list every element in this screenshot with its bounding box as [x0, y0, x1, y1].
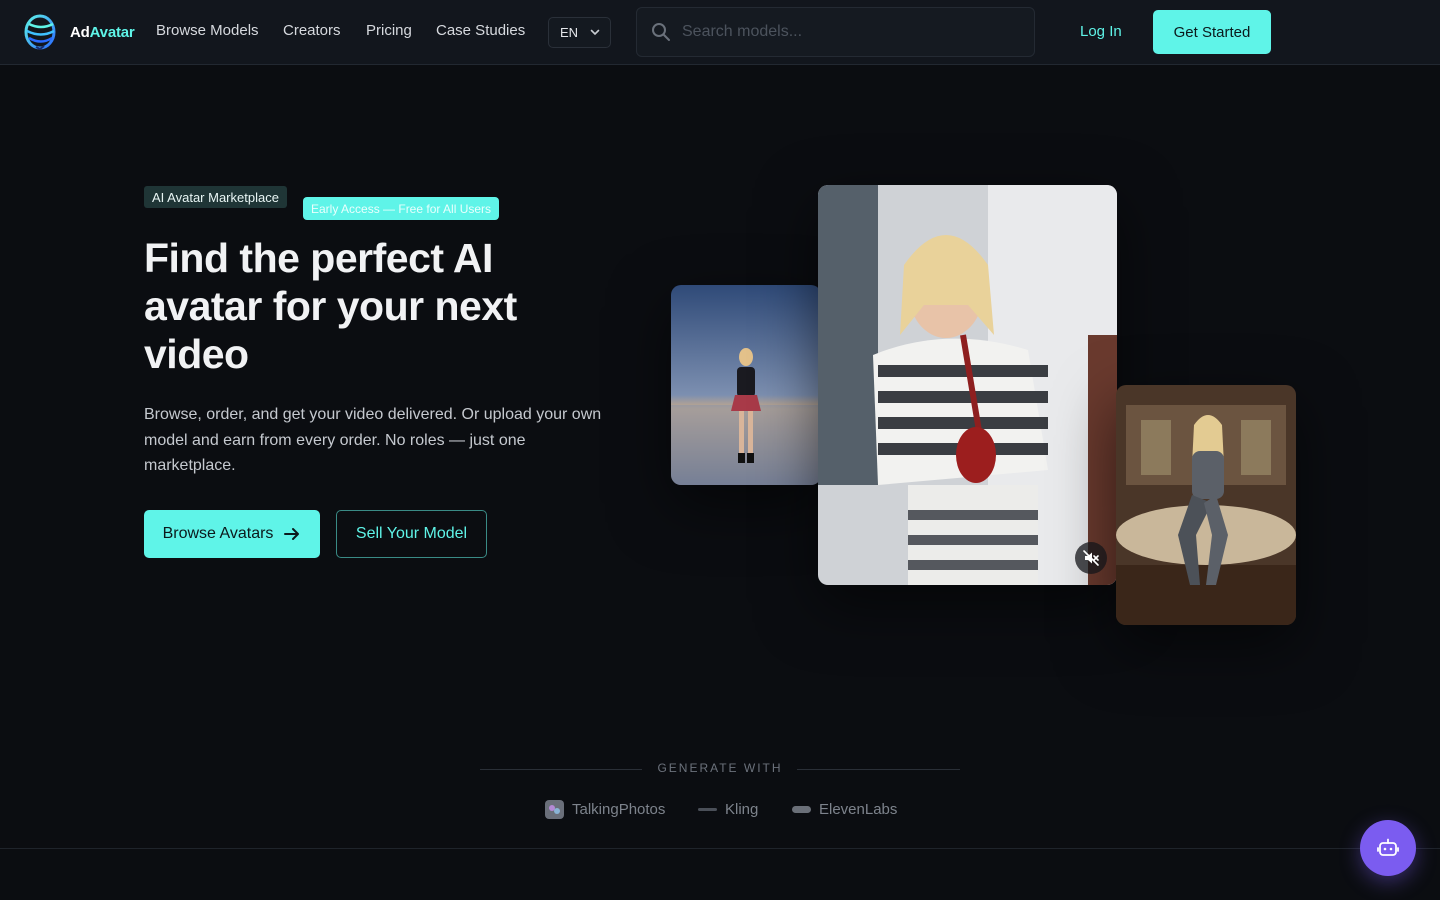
- early-access-badge: Early Access — Free for All Users: [303, 197, 500, 220]
- robot-chat-icon: [1377, 838, 1399, 856]
- partner-kling: Kling: [698, 800, 758, 819]
- partner-talkingphotos: TalkingPhotos: [545, 800, 665, 819]
- avatar-image: [1116, 385, 1296, 625]
- nav-link-browse-models[interactable]: Browse Models: [156, 22, 259, 39]
- search-box: [636, 7, 1035, 57]
- top-nav: AdAvatar Browse Models Creators Pricing …: [0, 0, 1440, 65]
- browse-avatars-button[interactable]: Browse Avatars: [144, 510, 320, 558]
- hero-description: Browse, order, and get your video delive…: [144, 406, 602, 474]
- divider-left: [480, 769, 642, 770]
- brand-logo-icon: [24, 14, 56, 50]
- mute-toggle-button[interactable]: [1075, 542, 1107, 574]
- avatar-preview-conference-room[interactable]: [1116, 385, 1296, 625]
- partner-name: ElevenLabs: [819, 801, 898, 818]
- get-started-button[interactable]: Get Started: [1153, 10, 1271, 54]
- section-divider: [0, 848, 1440, 849]
- avatar-preview-striped-outfit[interactable]: [818, 185, 1117, 585]
- divider-right: [797, 769, 960, 770]
- marketplace-badge: AI Avatar Marketplace: [144, 186, 287, 208]
- partner-name: Kling: [725, 801, 759, 818]
- search-icon: [652, 23, 670, 41]
- hero-title: Find the perfect AI avatar for your next…: [144, 235, 517, 377]
- language-selector[interactable]: EN: [548, 17, 611, 48]
- login-link[interactable]: Log In: [1080, 23, 1122, 40]
- avatar-preview-salt-flats[interactable]: [671, 285, 821, 485]
- avatar-video: [818, 185, 1117, 585]
- elevenlabs-logo-icon: [792, 806, 811, 813]
- language-value: EN: [560, 25, 579, 40]
- browse-avatars-label: Browse Avatars: [162, 525, 274, 542]
- nav-link-case-studies[interactable]: Case Studies: [436, 22, 525, 39]
- sell-your-model-button[interactable]: Sell Your Model: [336, 510, 487, 558]
- nav-link-pricing[interactable]: Pricing: [366, 22, 412, 39]
- volume-muted-icon: [1083, 550, 1099, 566]
- kling-logo-icon: [698, 808, 717, 811]
- generate-with-label: GENERATE WITH: [657, 761, 783, 775]
- partner-elevenlabs: ElevenLabs: [792, 800, 897, 819]
- talkingphotos-logo-icon: [545, 800, 564, 819]
- search-input[interactable]: [682, 20, 1012, 44]
- partner-name: TalkingPhotos: [572, 801, 666, 818]
- arrow-right-icon: [284, 528, 300, 540]
- chevron-down-icon: [590, 29, 600, 36]
- chat-assistant-button[interactable]: [1360, 820, 1416, 876]
- brand-logo[interactable]: AdAvatar: [24, 14, 135, 50]
- brand-name: AdAvatar: [70, 23, 135, 41]
- avatar-image: [671, 285, 821, 485]
- nav-link-creators[interactable]: Creators: [283, 22, 341, 39]
